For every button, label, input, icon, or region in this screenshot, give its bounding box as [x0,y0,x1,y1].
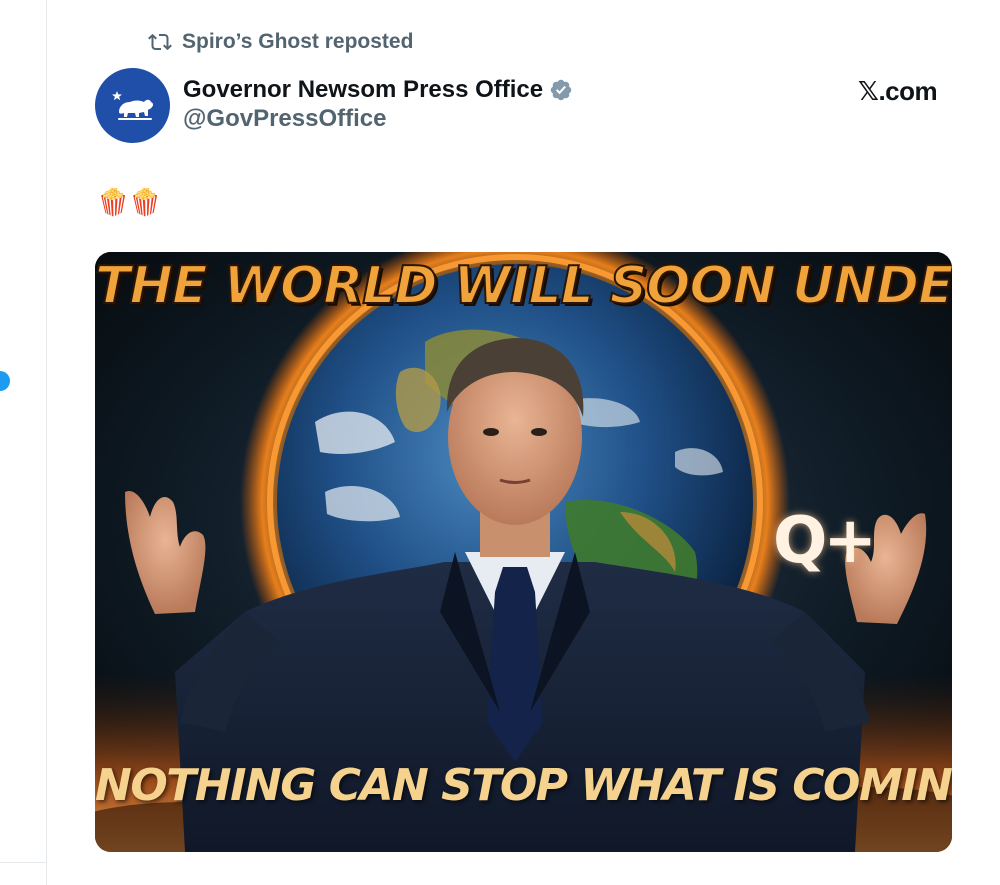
author-handle[interactable]: @GovPressOffice [183,105,386,133]
verified-badge-icon[interactable] [549,78,573,102]
tweet-text: 🍿🍿 [97,187,162,217]
repost-icon [148,33,172,51]
california-bear-icon [111,90,153,120]
tweet-media-image[interactable]: THE WORLD WILL SOON UNDERSTAND Q+ NOTHIN… [95,252,952,852]
repost-label[interactable]: Spiro’s Ghost reposted [182,30,413,54]
meme-caption-bottom: NOTHING CAN STOP WHAT IS COMING [95,760,952,811]
meme-caption-top: THE WORLD WILL SOON UNDERSTAND [95,255,952,317]
avatar[interactable] [95,68,170,143]
left-column-bottom-divider [0,862,46,863]
repost-header: Spiro’s Ghost reposted [148,28,413,56]
x-com-watermark: 𝕏.com [858,76,938,106]
author-name[interactable]: Governor Newsom Press Office [183,76,543,104]
left-column-divider [46,0,47,885]
meme-overlay-text: Q+ [773,504,877,578]
tweet-screenshot: Spiro’s Ghost reposted Governor Newsom P… [0,0,1000,885]
author-name-row[interactable]: Governor Newsom Press Office [183,76,573,104]
nav-indicator-dot[interactable] [0,371,10,391]
